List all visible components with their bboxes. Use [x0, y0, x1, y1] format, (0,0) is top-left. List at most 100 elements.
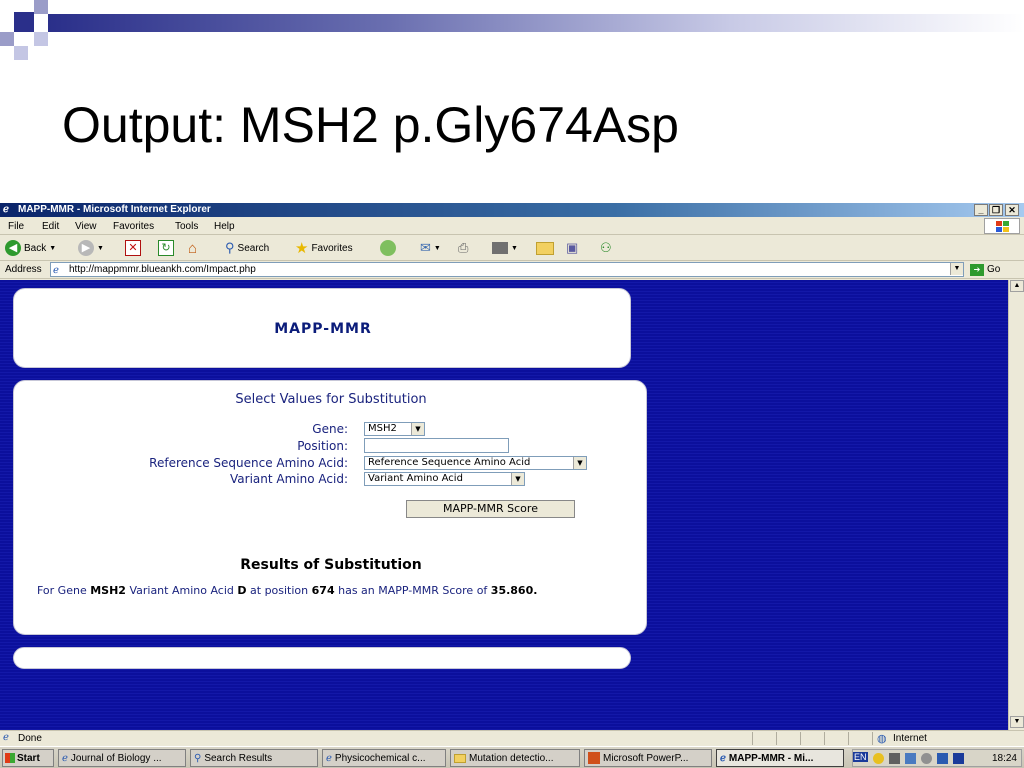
gene-label: Gene:: [312, 422, 348, 436]
status-divider: [872, 732, 873, 745]
results-text-part: has an MAPP-MMR Score of: [334, 584, 491, 597]
back-button[interactable]: ◀ Back ▼: [5, 239, 56, 257]
chevron-down-icon: ▼: [49, 244, 57, 252]
history-button[interactable]: [380, 239, 396, 257]
volume-icon[interactable]: [889, 753, 900, 764]
variant-aa-select[interactable]: Variant Amino Acid ▼: [364, 472, 525, 486]
results-heading: Results of Substitution: [240, 557, 422, 573]
menu-bar: File Edit View Favorites Tools Help: [0, 217, 1024, 235]
forward-button[interactable]: ▶ ▼: [78, 239, 104, 257]
home-button[interactable]: ⌂: [188, 239, 197, 257]
mail-button[interactable]: ✉ ▼: [420, 239, 441, 257]
window-titlebar[interactable]: ℯ MAPP-MMR - Microsoft Internet Explorer…: [0, 203, 1024, 217]
task-journal[interactable]: ℯ Journal of Biology ...: [58, 749, 186, 767]
scroll-down-icon[interactable]: ▼: [1010, 716, 1024, 728]
task-label: MAPP-MMR - Mi...: [728, 752, 814, 764]
windows-logo-icon: [984, 218, 1020, 234]
menu-favorites[interactable]: Favorites: [113, 221, 154, 232]
task-powerpoint[interactable]: Microsoft PowerP...: [584, 749, 712, 767]
folder-icon: [454, 753, 466, 763]
task-mutation[interactable]: Mutation detectio...: [450, 749, 580, 767]
edit-button[interactable]: ▼: [492, 239, 518, 257]
address-input[interactable]: ℯ http://mappmmr.blueankh.com/Impact.php…: [50, 262, 964, 277]
search-icon: ⚲: [225, 240, 235, 255]
reference-aa-select[interactable]: Reference Sequence Amino Acid ▼: [364, 456, 587, 470]
slide-title: Output: MSH2 p.Gly674Asp: [62, 97, 679, 153]
reference-aa-value: Reference Sequence Amino Acid: [368, 457, 531, 468]
vertical-scrollbar[interactable]: ▲ ▼: [1008, 280, 1024, 730]
update-icon[interactable]: [921, 753, 932, 764]
mail-icon: ✉: [420, 240, 431, 255]
print-icon: ⎙: [458, 240, 469, 255]
task-physicochemical[interactable]: ℯ Physicochemical c...: [322, 749, 446, 767]
menu-edit[interactable]: Edit: [42, 221, 59, 232]
results-text: For Gene MSH2 Variant Amino Acid D at po…: [37, 584, 617, 597]
search-icon: ⚲: [194, 752, 202, 764]
results-position: 674: [311, 584, 335, 597]
ie-icon: ℯ: [326, 752, 332, 764]
page-icon: ℯ: [3, 732, 9, 743]
status-divider: [848, 732, 849, 745]
status-divider: [752, 732, 753, 745]
menu-view[interactable]: View: [75, 221, 97, 232]
close-button[interactable]: ✕: [1005, 204, 1019, 216]
chevron-down-icon[interactable]: ▼: [950, 263, 963, 275]
messenger-button[interactable]: ⚇: [600, 239, 612, 257]
refresh-button[interactable]: ↻: [158, 239, 174, 257]
results-text-part: For Gene: [37, 584, 91, 597]
task-mapp-mmr[interactable]: ℯ MAPP-MMR - Mi...: [716, 749, 844, 767]
start-button[interactable]: Start: [2, 749, 54, 767]
display-icon[interactable]: [937, 753, 948, 764]
status-text: Done: [18, 733, 42, 744]
chevron-down-icon: ▼: [433, 244, 441, 252]
ie-icon: ℯ: [720, 752, 726, 764]
print-button[interactable]: ⎙: [458, 239, 468, 257]
go-arrow-icon: ➔: [970, 263, 984, 276]
slide-header: [0, 0, 1024, 62]
folder-button[interactable]: [536, 239, 554, 257]
research-button[interactable]: ▣: [566, 239, 578, 257]
windows-flag-icon: [5, 753, 15, 763]
position-input[interactable]: [364, 438, 509, 453]
logo-square: [14, 46, 28, 60]
refresh-icon: ↻: [158, 240, 174, 256]
variant-aa-label: Variant Amino Acid:: [230, 472, 348, 486]
clock[interactable]: 18:24: [992, 753, 1017, 764]
browser-window: ℯ MAPP-MMR - Microsoft Internet Explorer…: [0, 203, 1024, 768]
minimize-button[interactable]: _: [974, 204, 988, 216]
address-bar: Address ℯ http://mappmmr.blueankh.com/Im…: [0, 261, 1024, 279]
stop-button[interactable]: ✕: [125, 239, 141, 257]
position-label: Position:: [297, 439, 348, 453]
system-tray: EN 18:24: [852, 749, 1022, 767]
search-button[interactable]: ⚲ Search: [225, 239, 269, 257]
menu-file[interactable]: File: [8, 221, 24, 232]
mapp-mmr-score-button[interactable]: MAPP-MMR Score: [406, 500, 575, 518]
app-title: MAPP-MMR: [274, 321, 372, 337]
task-label: Physicochemical c...: [334, 752, 426, 764]
chevron-down-icon: ▼: [411, 423, 424, 435]
results-text-part: at position: [246, 584, 312, 597]
gene-select[interactable]: MSH2 ▼: [364, 422, 425, 436]
gene-value: MSH2: [368, 423, 397, 434]
results-amino-acid: D: [237, 584, 247, 597]
menu-tools[interactable]: Tools: [175, 221, 198, 232]
go-button[interactable]: ➔ Go: [968, 262, 1020, 277]
reference-aa-label: Reference Sequence Amino Acid:: [149, 456, 348, 470]
restore-button[interactable]: ❐: [989, 204, 1003, 216]
shield-icon[interactable]: [873, 753, 884, 764]
taskbar: Start ℯ Journal of Biology ... ⚲ Search …: [0, 746, 1024, 768]
home-icon: ⌂: [188, 239, 198, 257]
status-bar: ℯ Done ◍ Internet: [0, 730, 1024, 746]
scroll-up-icon[interactable]: ▲: [1010, 280, 1024, 292]
task-label: Mutation detectio...: [469, 752, 554, 764]
network-icon[interactable]: [905, 753, 916, 764]
results-score: 35.860: [490, 584, 534, 597]
logo-square: [0, 32, 14, 46]
menu-help[interactable]: Help: [214, 221, 235, 232]
address-url: http://mappmmr.blueankh.com/Impact.php: [69, 264, 256, 275]
language-indicator[interactable]: EN: [853, 752, 868, 762]
task-search-results[interactable]: ⚲ Search Results: [190, 749, 318, 767]
favorites-button[interactable]: ★ Favorites: [295, 239, 353, 257]
antivirus-icon[interactable]: [953, 753, 964, 764]
logo-square: [34, 0, 48, 14]
